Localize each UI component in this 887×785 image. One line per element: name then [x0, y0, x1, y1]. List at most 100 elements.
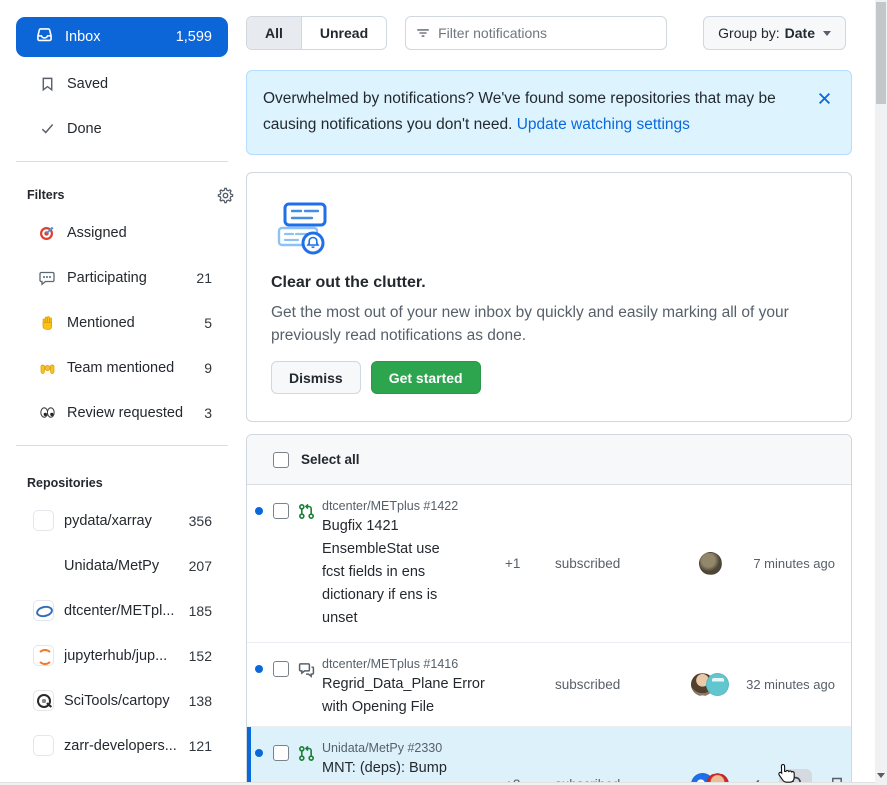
- main-panel: All Unread Group by: Date Overwhelmed by…: [246, 0, 852, 785]
- filter-label: Participating: [67, 270, 147, 286]
- sidebar-repo-zarr-developers[interactable]: zarr-developers... 121: [0, 723, 246, 768]
- card-body: Get the most out of your new inbox by qu…: [271, 301, 827, 347]
- repo-avatar: [33, 690, 54, 711]
- repo-label: SciTools/cartopy: [64, 693, 170, 709]
- sidebar-item-saved[interactable]: Saved: [0, 61, 246, 106]
- avatar: [706, 673, 729, 696]
- search-input[interactable]: [438, 25, 656, 41]
- discussion-icon: [298, 661, 315, 726]
- notification-row[interactable]: dtcenter/METplus #1422 Bugfix 1421 Ensem…: [247, 485, 851, 643]
- extra-reviewers-count: +1: [505, 556, 545, 571]
- unread-dot: [255, 749, 263, 757]
- filter-item-review-requested[interactable]: Review requested 3: [0, 390, 246, 435]
- group-by-prefix: Group by:: [718, 25, 779, 41]
- repo-label: jupyterhub/jup...: [64, 648, 167, 664]
- filter-count: 3: [204, 405, 212, 421]
- notification-title: MNT: (deps): Bump pytest from 6.2.5 to: [322, 757, 474, 785]
- filter-count: 5: [204, 315, 212, 331]
- notifications-page: Inbox 1,599 Saved Done Filters: [0, 0, 887, 785]
- sidebar-repo-pydata-xarray[interactable]: pydata/xarray 356: [0, 498, 246, 543]
- tab-unread[interactable]: Unread: [302, 17, 386, 49]
- filter-item-participating[interactable]: Participating 21: [0, 255, 246, 300]
- list-header: Select all: [247, 435, 851, 485]
- sidebar-repo-dtcenter-metplus[interactable]: dtcenter/METpl... 185: [0, 588, 246, 633]
- filter-lines-icon: [416, 26, 430, 40]
- repo-label: dtcenter/METpl...: [64, 603, 174, 619]
- update-watching-settings-link[interactable]: Update watching settings: [517, 116, 690, 133]
- vertical-scrollbar[interactable]: [875, 0, 887, 785]
- repo-count: 138: [189, 693, 212, 709]
- filter-label: Team mentioned: [67, 360, 174, 376]
- filter-notifications-field[interactable]: [405, 16, 667, 50]
- raising-hands-icon: [38, 360, 56, 376]
- repo-avatar: [33, 645, 54, 666]
- clutter-illustration-icon: [271, 201, 827, 260]
- read-filter-segmented-control: All Unread: [246, 16, 387, 50]
- done-label: Done: [67, 121, 102, 137]
- speech-bubble-icon: [38, 270, 56, 286]
- repositories-section-title: Repositories: [27, 476, 103, 490]
- repo-count: 121: [189, 738, 212, 754]
- clear-clutter-card: Clear out the clutter. Get the most out …: [246, 172, 852, 422]
- sidebar-item-inbox[interactable]: Inbox 1,599: [16, 17, 228, 57]
- pull-request-icon: [298, 745, 315, 785]
- unread-dot: [255, 665, 263, 673]
- sidebar-repo-unidata-metpy[interactable]: Unidata/MetPy 207: [0, 543, 246, 588]
- notification-time: 32 minutes ago: [739, 677, 851, 692]
- repo-label: pydata/xarray: [64, 513, 152, 529]
- check-icon: [38, 121, 56, 136]
- notifications-list: Select all dtcenter/METplus #1422 Bugfix…: [246, 434, 852, 785]
- subscription-status: subscribed: [555, 556, 647, 571]
- saved-label: Saved: [67, 76, 108, 92]
- repo-count: 207: [189, 558, 212, 574]
- repo-avatar: [33, 555, 54, 576]
- subscription-status: subscribed: [555, 677, 647, 692]
- scrollbar-thumb[interactable]: [876, 2, 886, 104]
- group-by-value: Date: [785, 25, 815, 41]
- dismiss-button[interactable]: Dismiss: [271, 361, 361, 394]
- select-all-label[interactable]: Select all: [301, 452, 360, 467]
- eyes-icon: [38, 405, 56, 420]
- select-all-checkbox[interactable]: [273, 452, 289, 468]
- filters-section-title: Filters: [27, 188, 65, 202]
- get-started-button[interactable]: Get started: [371, 361, 481, 394]
- filter-item-mentioned[interactable]: Mentioned 5: [0, 300, 246, 345]
- scrollbar-down-arrow[interactable]: [875, 769, 887, 782]
- filter-item-assigned[interactable]: Assigned: [0, 210, 246, 255]
- filter-count: 21: [196, 270, 212, 286]
- close-icon[interactable]: [814, 86, 835, 108]
- filter-label: Review requested: [67, 405, 183, 421]
- notification-repo: Unidata/MetPy #2330: [322, 741, 474, 755]
- notification-time: 7 minutes ago: [739, 556, 851, 571]
- avatar: [699, 552, 722, 575]
- chevron-down-icon: [823, 31, 831, 36]
- filter-item-team-mentioned[interactable]: Team mentioned 9: [0, 345, 246, 390]
- unread-dot: [255, 507, 263, 515]
- toolbar: All Unread Group by: Date: [246, 16, 852, 50]
- bookmark-icon: [38, 76, 56, 92]
- notification-title: Bugfix 1421 EnsembleStat use fcst fields…: [322, 515, 474, 630]
- target-icon: [38, 225, 56, 241]
- filter-label: Assigned: [67, 225, 127, 241]
- group-by-dropdown[interactable]: Group by: Date: [703, 16, 846, 50]
- watching-settings-banner: Overwhelmed by notifications? We've foun…: [246, 70, 852, 155]
- filter-label: Mentioned: [67, 315, 135, 331]
- row-checkbox[interactable]: [273, 745, 289, 761]
- repo-count: 185: [189, 603, 212, 619]
- row-checkbox[interactable]: [273, 661, 289, 677]
- repo-avatar: [33, 600, 54, 621]
- raised-hand-icon: [38, 315, 56, 331]
- notification-row[interactable]: dtcenter/METplus #1416 Regrid_Data_Plane…: [247, 643, 851, 727]
- gear-icon[interactable]: [217, 187, 234, 204]
- sidebar-repo-scitools-cartopy[interactable]: SciTools/cartopy 138: [0, 678, 246, 723]
- row-checkbox[interactable]: [273, 503, 289, 519]
- sidebar-item-done[interactable]: Done: [0, 106, 246, 151]
- notification-row-selected[interactable]: Unidata/MetPy #2330 MNT: (deps): Bump py…: [247, 727, 851, 785]
- sidebar-divider: [16, 445, 228, 446]
- card-title: Clear out the clutter.: [271, 274, 827, 292]
- tab-all[interactable]: All: [247, 17, 302, 49]
- sidebar-repo-jupyterhub[interactable]: jupyterhub/jup... 152: [0, 633, 246, 678]
- repo-count: 152: [189, 648, 212, 664]
- repo-avatar: [33, 735, 54, 756]
- repo-avatar: [33, 510, 54, 531]
